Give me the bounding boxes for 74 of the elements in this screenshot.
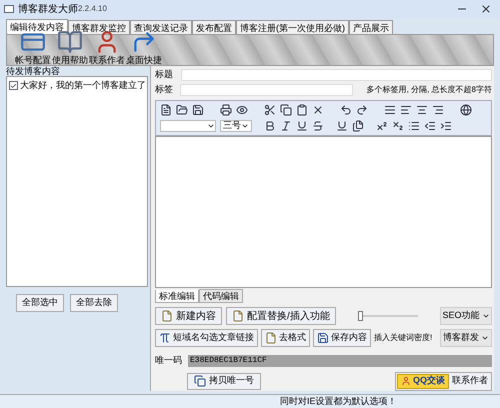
dropdown-icon: [241, 122, 249, 130]
dropdown-icon: [482, 312, 490, 320]
action-button[interactable]: 去格式: [261, 329, 310, 347]
person-icon: [400, 376, 411, 386]
save-icon[interactable]: [192, 104, 204, 116]
action-button[interactable]: 保存内容: [313, 329, 371, 347]
tab[interactable]: 发布配置: [192, 20, 236, 34]
tags-hint: 多个标签用, 分隔, 总长度不超8字符: [366, 84, 492, 96]
dropdown-icon: [207, 122, 215, 130]
editor-tab[interactable]: 代码编辑: [199, 289, 243, 303]
action-button[interactable]: 配置替换/插入功能: [226, 307, 336, 325]
align-right-icon[interactable]: [432, 104, 444, 116]
paste-icon[interactable]: [296, 104, 308, 116]
version-text: 2.2.4.10: [78, 3, 107, 15]
subscript-icon[interactable]: [392, 120, 404, 132]
tags-input[interactable]: [180, 84, 353, 96]
editor-tab[interactable]: 标准编辑: [155, 290, 199, 303]
delete-icon[interactable]: [312, 104, 324, 116]
status-bar: 同时对IE设置都为默认选项！: [0, 394, 500, 408]
preview-icon[interactable]: [236, 104, 248, 116]
list-button[interactable]: 全部去除: [70, 294, 118, 312]
list-button[interactable]: 全部选中: [16, 294, 64, 312]
indent-icon[interactable]: [440, 120, 452, 132]
align-justify-icon[interactable]: [384, 104, 396, 116]
redo-icon[interactable]: [356, 104, 368, 116]
window-title: 博客群发大师: [18, 2, 78, 16]
strikethrough-icon[interactable]: [312, 120, 324, 132]
field-label: 标签: [155, 82, 174, 96]
menu-button[interactable]: SEO功能: [440, 307, 492, 325]
size-select[interactable]: 三号: [220, 120, 252, 132]
bold-icon[interactable]: [264, 120, 276, 132]
underline-icon[interactable]: [296, 120, 308, 132]
folder-icon[interactable]: [176, 104, 188, 116]
density-label: 插入关键词密度!: [374, 332, 432, 344]
new-file-icon[interactable]: [160, 104, 172, 116]
undo-icon[interactable]: [340, 104, 352, 116]
menu-button[interactable]: 博客群发: [440, 329, 492, 347]
align-left-icon[interactable]: [400, 104, 412, 116]
title-input[interactable]: [181, 69, 492, 81]
slider-thumb[interactable]: [358, 311, 363, 321]
field-label: 标题: [155, 68, 174, 82]
contact-label: 联系作者: [452, 374, 488, 388]
tab[interactable]: 博客注册(第一次使用必做): [236, 20, 349, 34]
cut-icon[interactable]: [264, 104, 276, 116]
machine-code-label: 唯一码: [155, 354, 182, 368]
align-center-icon[interactable]: [416, 104, 428, 116]
pi-icon: [159, 332, 171, 344]
copy-icon: [194, 375, 206, 387]
tab[interactable]: 产品展示: [349, 20, 393, 34]
page-icon: [265, 332, 277, 344]
machine-code-value: E38ED8EC1B7E11CF: [188, 355, 492, 367]
panel-title: 待发博客内容: [6, 66, 61, 76]
tab[interactable]: 博客群发监控: [68, 20, 130, 34]
page-icon: [232, 310, 244, 322]
globe-icon[interactable]: [460, 104, 472, 116]
app-icon: [4, 5, 14, 13]
save-icon: [317, 332, 329, 344]
printer-icon[interactable]: [220, 104, 232, 116]
tab[interactable]: 查询发送记录: [130, 20, 192, 34]
tab[interactable]: 编辑待发内容: [6, 19, 68, 34]
copy-button[interactable]: 拷贝唯一号: [187, 372, 261, 390]
qq-chat-button[interactable]: QQ交谈: [396, 374, 449, 388]
dropdown-icon: [481, 334, 489, 342]
superscript-icon[interactable]: [376, 120, 388, 132]
copy-icon[interactable]: [280, 104, 292, 116]
italic-icon[interactable]: [280, 120, 292, 132]
action-button[interactable]: 短域名勾选文章链接: [155, 329, 258, 347]
action-button[interactable]: 新建内容: [155, 307, 222, 325]
checkbox[interactable]: [9, 81, 18, 90]
list-item[interactable]: 大家好，我的第一个博客建立了: [9, 79, 145, 92]
density-slider[interactable]: [358, 311, 418, 321]
outdent-icon[interactable]: [424, 120, 436, 132]
page-icon: [161, 310, 173, 322]
close-icon[interactable]: [480, 3, 492, 15]
